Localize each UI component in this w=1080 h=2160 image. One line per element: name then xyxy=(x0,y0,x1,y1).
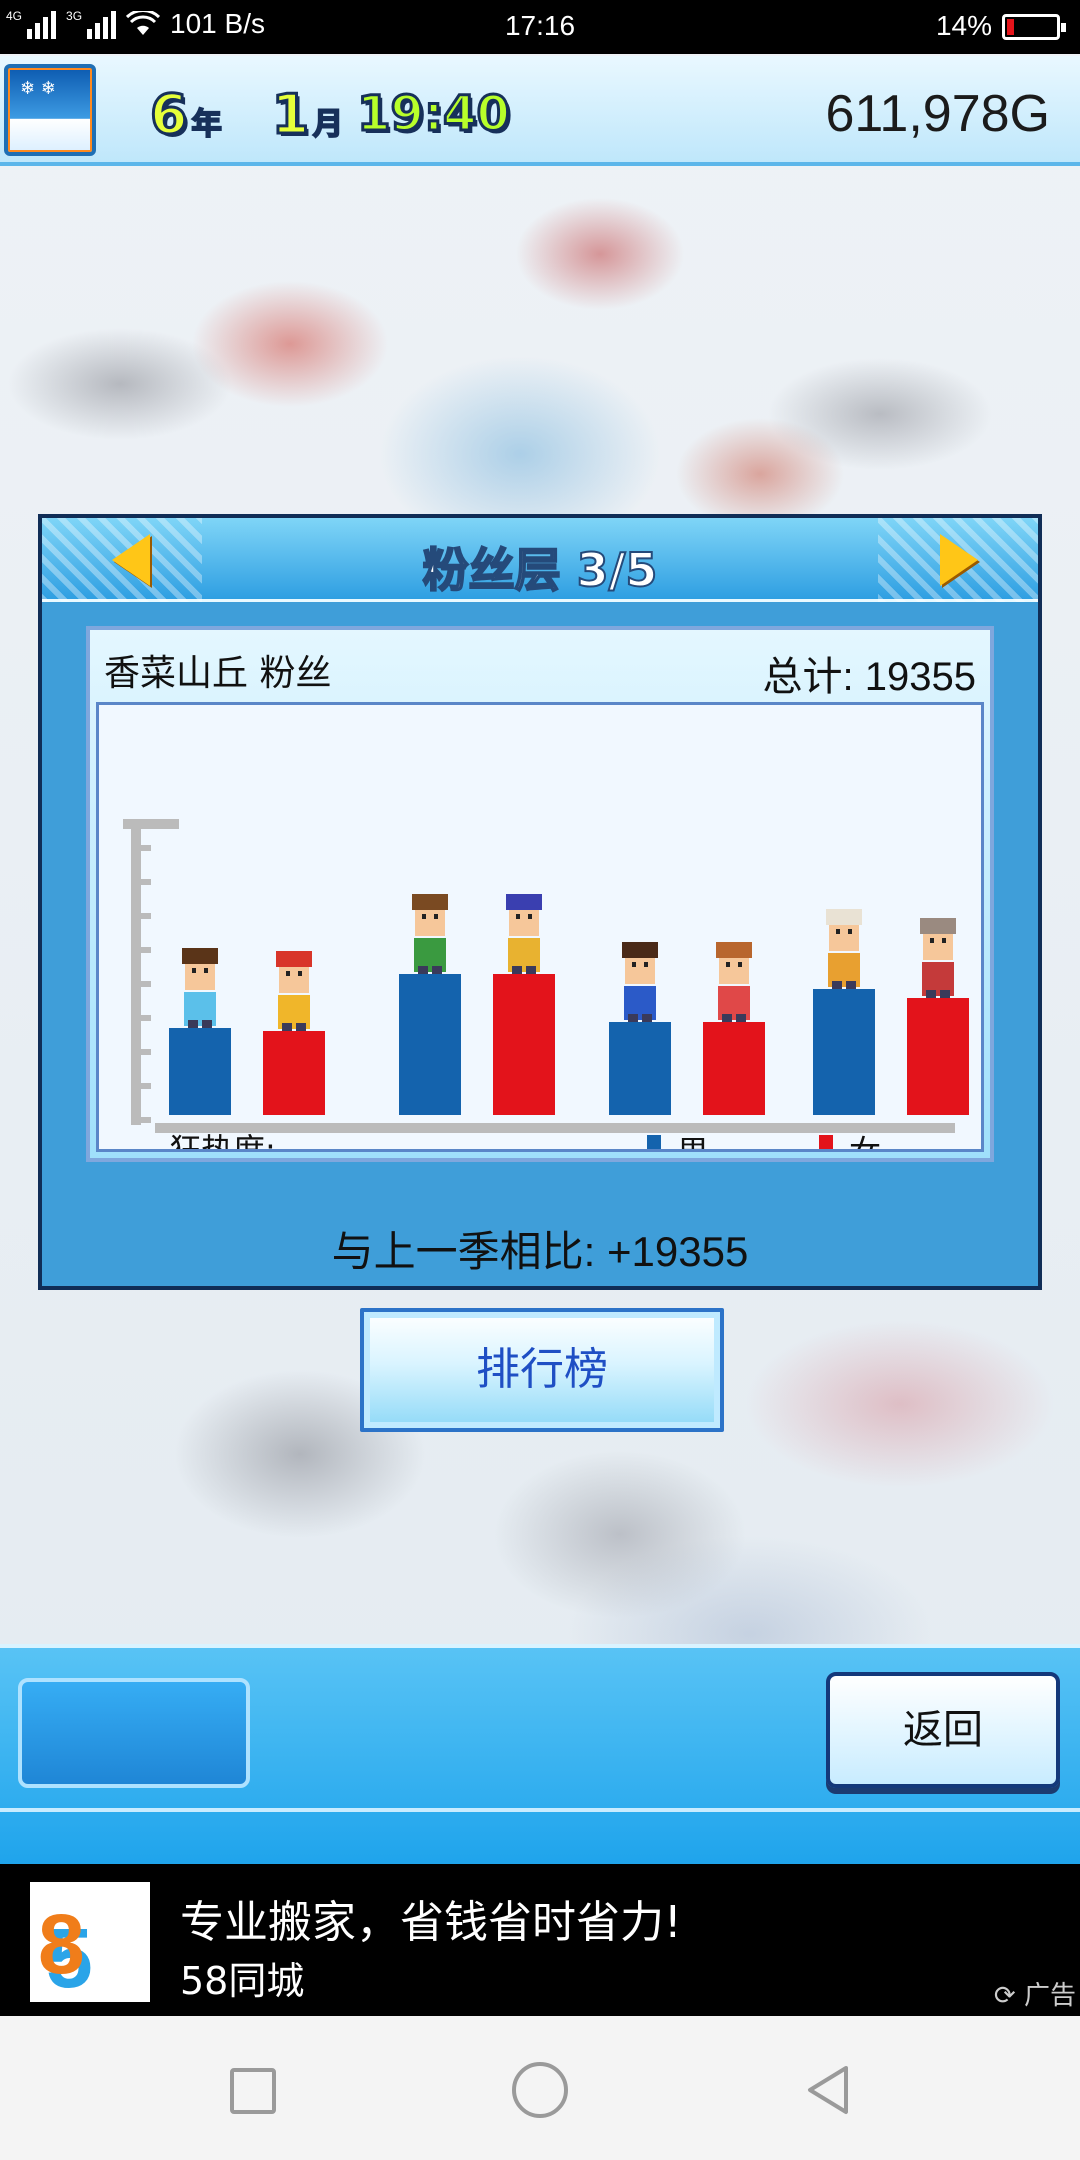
y-axis-tick xyxy=(141,845,151,851)
legend-female-swatch xyxy=(819,1135,833,1149)
fan-panel-header: 粉丝层 3/5 xyxy=(42,518,1038,602)
month-unit: 月 xyxy=(312,106,344,143)
ranking-button[interactable]: 排行榜 xyxy=(360,1308,724,1432)
top-hud: 6 年 1 月 19:40 611,978G xyxy=(0,56,1080,166)
y-axis-tick xyxy=(141,1015,151,1021)
legend-male-label: 男 xyxy=(677,1133,709,1149)
fan-figure-icon-senior-female xyxy=(920,918,956,998)
game-clock: 19:40 xyxy=(356,85,512,144)
y-axis-tick xyxy=(141,947,151,953)
fan-tier-panel: 粉丝层 3/5 香菜山丘 粉丝 总计: 19355 狂热度: 男 女 xyxy=(38,514,1042,1290)
fan-panel-title: 粉丝层 3/5 xyxy=(422,542,659,598)
fan-figure-icon-senior-male xyxy=(826,909,862,989)
y-axis-tick xyxy=(141,913,151,919)
back-button[interactable]: 返回 xyxy=(826,1672,1060,1788)
recent-apps-icon[interactable] xyxy=(230,2068,276,2114)
y-axis-tick xyxy=(141,981,151,987)
ad-58-logo: 58 xyxy=(30,1882,150,2005)
year-number: 6 xyxy=(149,81,190,147)
x-axis-label: 狂热度: xyxy=(169,1131,276,1149)
y-axis-tick xyxy=(141,1117,151,1123)
year-unit: 年 xyxy=(191,106,223,143)
bottom-toolbar: 返回 xyxy=(0,1644,1080,1864)
fan-figure-icon-child-female xyxy=(276,951,312,1031)
battery-percent: 14% xyxy=(935,10,992,41)
fan-chart-card: 香菜山丘 粉丝 总计: 19355 狂热度: 男 女 xyxy=(86,626,994,1162)
home-icon[interactable] xyxy=(512,2062,568,2118)
fan-figure-icon-child-male xyxy=(182,948,218,1028)
toolbar-divider xyxy=(0,1808,1080,1812)
fan-figure-icon-young-male xyxy=(412,894,448,974)
legend-male-swatch xyxy=(647,1135,661,1149)
bar-female-adult xyxy=(703,1022,765,1115)
previous-tier-arrow-icon[interactable] xyxy=(112,534,150,586)
bar-female-young xyxy=(493,974,555,1115)
y-axis-tick xyxy=(141,1049,151,1055)
fan-figure-icon-adult-male xyxy=(622,942,658,1022)
fan-chart: 狂热度: 男 女 xyxy=(96,702,984,1152)
bar-female-child xyxy=(263,1031,325,1115)
month-number: 1 xyxy=(270,81,311,147)
bar-male-child xyxy=(169,1028,231,1115)
ad-subtitle: 58同城 xyxy=(180,1959,305,2003)
back-button-label: 返回 xyxy=(903,1707,983,1753)
y-axis xyxy=(131,819,141,1125)
bar-female-senior xyxy=(907,998,969,1115)
status-bar: 4G 3G 101 B/s 17:16 14% xyxy=(0,0,1080,54)
next-tier-arrow-icon[interactable] xyxy=(940,534,978,586)
bar-male-senior xyxy=(813,989,875,1115)
resort-menu-icon[interactable] xyxy=(4,64,96,156)
left-action-button[interactable] xyxy=(18,1678,250,1788)
ranking-button-label: 排行榜 xyxy=(476,1344,608,1395)
bar-male-young xyxy=(399,974,461,1115)
money-display: 611,978G xyxy=(825,85,1050,143)
y-axis-tick xyxy=(141,1083,151,1089)
game-date: 6 年 1 月 19:40 xyxy=(149,74,512,154)
legend-female-label: 女 xyxy=(849,1133,881,1149)
season-comparison: 与上一季相比: +19355 xyxy=(331,1228,749,1275)
battery-icon xyxy=(1002,14,1066,40)
ad-title: 专业搬家，省钱省时省力! xyxy=(180,1897,682,1948)
fan-bar-chart: 狂热度: 男 女 xyxy=(123,819,969,1149)
y-axis-tick xyxy=(141,879,151,885)
status-time: 17:16 xyxy=(504,10,576,41)
ad-tag: ⟳ 广告 xyxy=(993,1981,1076,2011)
resort-fan-name: 香菜山丘 粉丝 xyxy=(104,653,332,694)
battery-level xyxy=(1007,19,1014,35)
ad-tag-label: 广告 xyxy=(1023,1981,1076,2011)
fan-total: 总计: 19355 xyxy=(762,655,976,699)
fan-figure-icon-adult-female xyxy=(716,942,752,1022)
ad-banner[interactable]: 58 专业搬家，省钱省时省力! 58同城 ⟳ 广告 xyxy=(0,1864,1080,2016)
back-triangle-icon[interactable] xyxy=(800,2062,856,2118)
fan-figure-icon-young-female xyxy=(506,894,542,974)
screen: 4G 3G 101 B/s 17:16 14% 6 年 1 月 xyxy=(0,0,1080,2160)
y-axis-top xyxy=(123,819,179,829)
bar-male-adult xyxy=(609,1022,671,1115)
system-nav-bar xyxy=(0,2016,1080,2160)
